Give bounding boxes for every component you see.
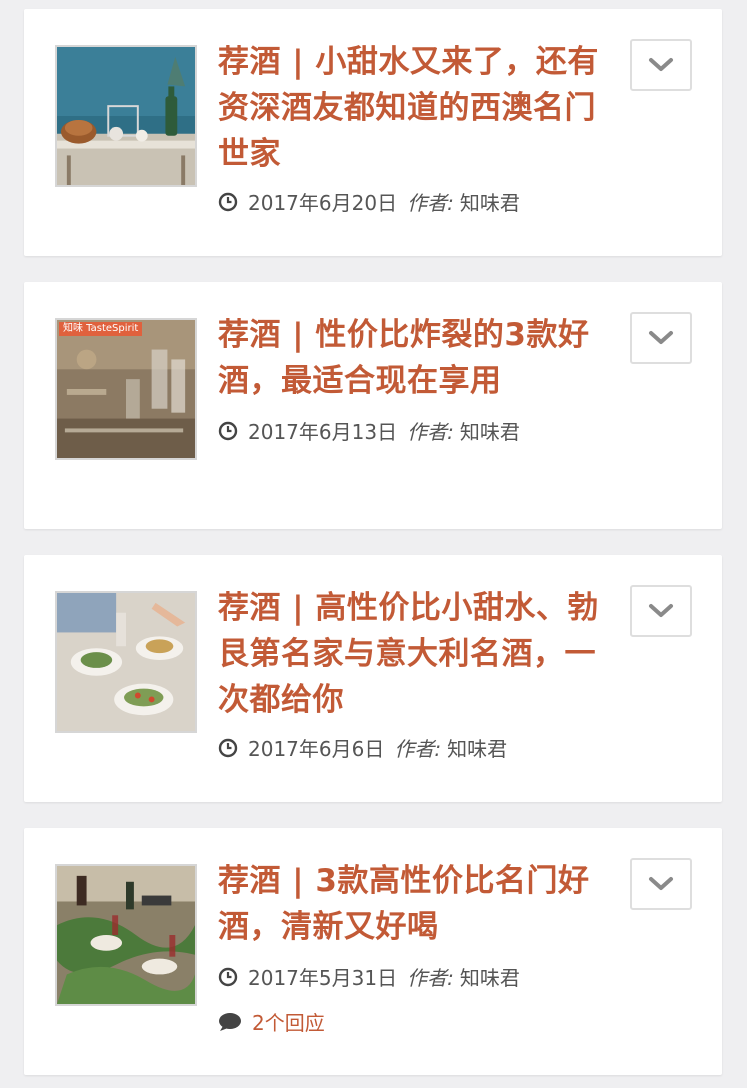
speech-bubble-icon [218,1012,242,1032]
post-meta: 2017年6月20日 作者: 知味君 [218,187,520,216]
post-date: 2017年6月6日 [248,737,385,761]
chevron-down-icon [649,331,673,344]
dinner-party-photo [57,866,195,1004]
clock-icon [218,421,238,441]
post-meta: 2017年6月6日 作者: 知味君 [218,733,507,762]
post-thumbnail[interactable] [55,864,197,1006]
expand-dropdown-button[interactable] [630,312,692,364]
post-title[interactable]: 荐酒 | 高性价比小甜水、勃艮第名家与意大利名酒，一次都给你 [218,585,618,723]
chevron-down-icon [649,58,673,71]
chevron-down-icon [649,604,673,617]
author-label: 作者: [394,737,442,761]
post-date: 2017年5月31日 [248,966,398,990]
post-card[interactable]: 知味 TasteSpirit 荐酒 | 性价比炸裂的3款好酒，最适合现在享用 2… [24,282,722,529]
clock-icon [218,738,238,758]
salad-dishes-photo [57,593,195,731]
author-label: 作者: [407,191,454,215]
clock-icon [218,192,238,212]
expand-dropdown-button[interactable] [630,585,692,637]
thumbnail-watermark: 知味 TasteSpirit [59,322,143,336]
post-author[interactable]: 知味君 [447,733,507,762]
post-card[interactable]: 荐酒 | 小甜水又来了，还有资深酒友都知道的西澳名门世家 2017年6月20日 … [24,9,722,256]
author-label: 作者: [407,966,454,990]
table-setting-photo [57,47,195,185]
post-author[interactable]: 知味君 [460,416,520,445]
chevron-down-icon [649,877,673,890]
post-title[interactable]: 荐酒 | 3款高性价比名门好酒，清新又好喝 [218,858,618,950]
post-title[interactable]: 荐酒 | 小甜水又来了，还有资深酒友都知道的西澳名门世家 [218,39,618,177]
post-author[interactable]: 知味君 [460,962,520,991]
post-meta: 2017年5月31日 作者: 知味君 [218,962,520,991]
post-thumbnail[interactable]: 知味 TasteSpirit [55,318,197,460]
post-card[interactable]: 荐酒 | 高性价比小甜水、勃艮第名家与意大利名酒，一次都给你 2017年6月6日… [24,555,722,802]
post-meta: 2017年6月13日 作者: 知味君 [218,416,520,445]
post-title[interactable]: 荐酒 | 性价比炸裂的3款好酒，最适合现在享用 [218,312,618,404]
bar-glasses-photo [57,320,195,458]
post-date: 2017年6月20日 [248,191,398,215]
post-date: 2017年6月13日 [248,420,398,444]
post-thumbnail[interactable] [55,45,197,187]
clock-icon [218,967,238,987]
author-label: 作者: [407,420,454,444]
post-feed: 荐酒 | 小甜水又来了，还有资深酒友都知道的西澳名门世家 2017年6月20日 … [0,0,747,1088]
post-author[interactable]: 知味君 [460,187,520,216]
expand-dropdown-button[interactable] [630,39,692,91]
comment-count[interactable]: 2个回应 [252,1007,325,1036]
comments-link[interactable]: 2个回应 [218,1007,325,1036]
post-thumbnail[interactable] [55,591,197,733]
expand-dropdown-button[interactable] [630,858,692,910]
post-card[interactable]: 荐酒 | 3款高性价比名门好酒，清新又好喝 2017年5月31日 作者: 知味君… [24,828,722,1075]
